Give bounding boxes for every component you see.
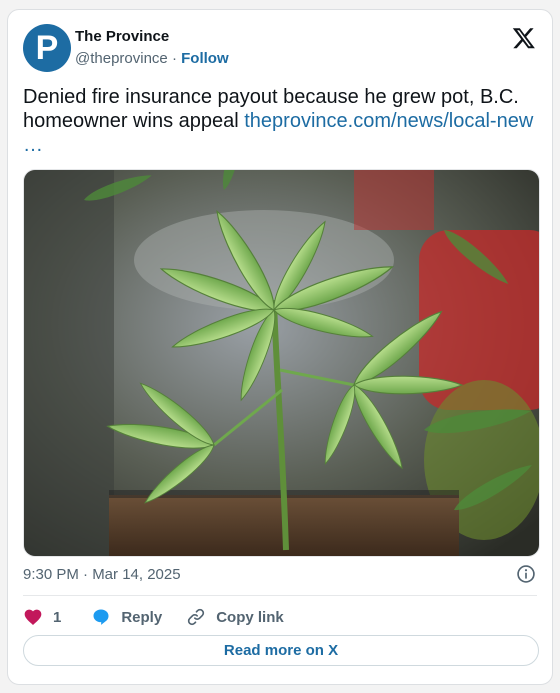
tweet-card: P The Province @theprovince · Follow Den…	[7, 9, 553, 685]
read-more-button[interactable]: Read more on X	[23, 635, 539, 666]
like-button[interactable]: 1	[23, 607, 61, 627]
copy-link-button[interactable]: Copy link	[186, 607, 284, 627]
tweet-link-ellipsis[interactable]: …	[23, 134, 43, 156]
divider	[23, 595, 537, 596]
reply-label: Reply	[121, 608, 163, 626]
tweet-link[interactable]: theprovince.com/news/local-new	[244, 110, 533, 132]
tweet-timestamp[interactable]: 9:30 PM · Mar 14, 2025	[23, 566, 181, 583]
x-logo-icon[interactable]	[512, 26, 536, 50]
link-icon	[188, 608, 205, 626]
like-count: 1	[53, 608, 62, 626]
avatar[interactable]: P	[23, 24, 71, 72]
cannabis-plant-image	[24, 170, 539, 556]
reply-bubble-icon	[93, 609, 109, 625]
handle-separator: ·	[167, 50, 182, 67]
info-icon[interactable]	[516, 564, 536, 584]
heart-icon	[24, 609, 42, 625]
author-handle[interactable]: @theprovince	[75, 50, 168, 67]
tweet-image[interactable]	[23, 169, 540, 557]
author-handle-row: @theprovince · Follow	[75, 50, 229, 67]
reply-button[interactable]: Reply	[91, 607, 162, 627]
action-bar: 1 Reply Copy link	[23, 605, 284, 629]
avatar-letter: P	[35, 29, 59, 67]
author-name[interactable]: The Province	[75, 28, 169, 45]
follow-button[interactable]: Follow	[181, 50, 229, 67]
copy-link-label: Copy link	[216, 608, 284, 626]
tweet-text: Denied fire insurance payout because he …	[23, 85, 539, 157]
